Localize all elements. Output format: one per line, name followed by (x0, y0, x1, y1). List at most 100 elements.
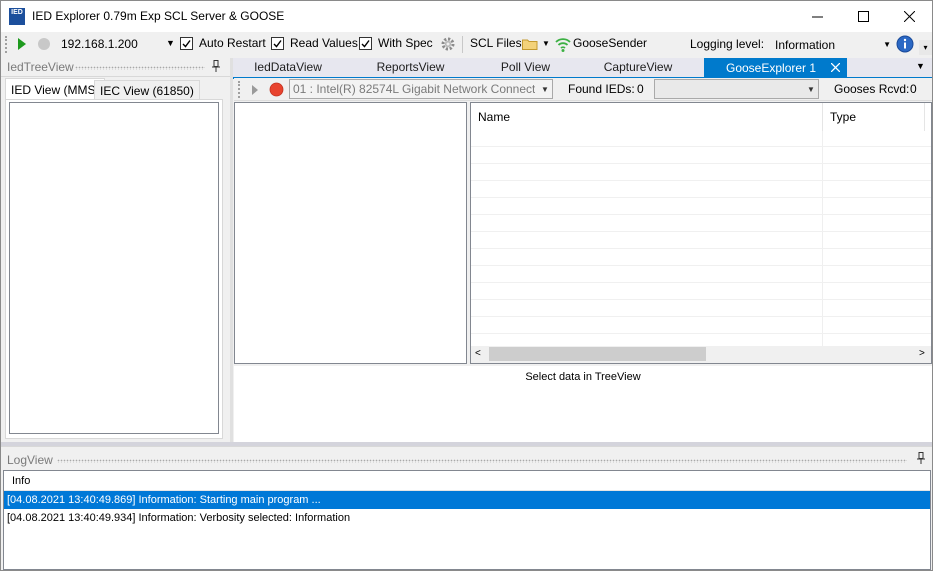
gooses-rcvd-label: Gooses Rcvd: (834, 82, 910, 96)
ip-dropdown-arrow-icon[interactable]: ▼ (166, 38, 175, 48)
title-bar[interactable]: IED IED Explorer 0.79m Exp SCL Server & … (1, 1, 932, 32)
column-label: Name (478, 110, 511, 124)
with-spec-label: With Spec (378, 36, 433, 50)
maximize-icon (857, 11, 869, 22)
main-window: IED IED Explorer 0.79m Exp SCL Server & … (0, 0, 933, 571)
record-stop-icon (269, 82, 284, 97)
checkmark-icon (182, 40, 191, 48)
scrollbar-thumb[interactable] (489, 347, 706, 361)
read-values-label: Read Values (290, 36, 358, 50)
tab-ied-data-view[interactable]: IedDataView (233, 58, 343, 76)
read-values-checkbox[interactable] (271, 37, 284, 50)
grid-line (471, 197, 931, 198)
grid-line (471, 282, 931, 283)
scroll-right-icon[interactable]: > (919, 348, 925, 359)
found-ieds-select[interactable]: ▼ (654, 79, 819, 99)
logging-dropdown-arrow-icon: ▼ (883, 40, 891, 49)
pane-grip (57, 459, 907, 463)
goose-toolbar: 01 : Intel(R) 82574L Gigabit Network Con… (234, 78, 932, 101)
minimize-button[interactable] (794, 1, 840, 32)
settings-button[interactable] (440, 36, 456, 55)
pin-pane-button[interactable] (916, 452, 926, 467)
info-message: Select data in TreeView (525, 371, 641, 383)
log-entry[interactable]: [04.08.2021 13:40:49.934] Information: V… (4, 509, 930, 527)
goose-sender-button[interactable]: GooseSender (573, 36, 647, 50)
close-tab-icon[interactable] (831, 63, 840, 72)
column-header-info[interactable]: Info (4, 471, 930, 491)
tab-capture-view[interactable]: CaptureView (588, 58, 688, 76)
ied-tree[interactable] (9, 102, 219, 434)
tab-label: IedDataView (254, 60, 322, 74)
log-entry[interactable]: [04.08.2021 13:40:49.869] Information: S… (4, 491, 930, 509)
tab-reports-view[interactable]: ReportsView (358, 58, 463, 76)
stop-circle-icon (38, 38, 50, 50)
scl-dropdown-arrow-icon[interactable]: ▼ (542, 39, 550, 48)
toolbar-grip[interactable] (5, 36, 8, 53)
pin-icon (917, 452, 925, 464)
toolbar-grip[interactable] (238, 81, 241, 98)
tab-goose-explorer-1[interactable]: GooseExplorer 1 (704, 58, 847, 77)
grid-line (471, 265, 931, 266)
stop-capture-button[interactable] (269, 82, 284, 100)
app-icon-text: IED (11, 9, 23, 16)
gear-icon (441, 37, 455, 51)
log-view-title-bar: LogView (1, 446, 932, 470)
gooses-rcvd-count: 0 (910, 82, 917, 96)
minimize-icon (811, 16, 823, 18)
tab-ied-view-mms[interactable]: IED View (MMS) (5, 78, 106, 100)
tab-label: ReportsView (376, 60, 445, 74)
connect-button[interactable] (17, 38, 27, 53)
logging-level-value: Information (775, 37, 836, 52)
scroll-left-icon[interactable]: < (475, 348, 481, 359)
ip-address-input[interactable]: 192.168.1.200 (61, 37, 138, 51)
horizontal-scrollbar[interactable]: < > (471, 346, 931, 363)
auto-restart-checkbox[interactable] (180, 37, 193, 50)
ied-tree-view-pane: IedTreeView IED View (MMS) IEC View (618… (1, 58, 230, 442)
network-interface-select[interactable]: 01 : Intel(R) 82574L Gigabit Network Con… (289, 79, 553, 99)
with-spec-checkbox[interactable] (359, 37, 372, 50)
pane-title: IedTreeView (7, 60, 74, 74)
tab-label: IED View (MMS) (11, 82, 100, 97)
column-label: Info (12, 474, 31, 487)
log-list[interactable]: Info [04.08.2021 13:40:49.869] Informati… (3, 470, 931, 570)
close-icon (903, 11, 915, 22)
grid-line (471, 316, 931, 317)
tab-poll-view[interactable]: Poll View (478, 58, 573, 76)
log-entry-text: [04.08.2021 13:40:49.869] Information: S… (7, 494, 321, 506)
grid-line (471, 146, 931, 147)
toolbar-separator (462, 36, 463, 53)
info-icon (896, 35, 914, 53)
toolbar-overflow-button[interactable]: ▾ (919, 40, 932, 55)
app-icon: IED (9, 8, 25, 25)
goose-tree[interactable] (234, 102, 467, 364)
column-header-type[interactable]: Type (823, 103, 925, 131)
grid-line (471, 214, 931, 215)
network-interface-value: 01 : Intel(R) 82574L Gigabit Network Con… (293, 82, 535, 96)
open-folder-button[interactable] (522, 38, 538, 53)
dropdown-arrow-icon: ▼ (541, 84, 549, 94)
goose-sender-icon[interactable] (555, 36, 571, 56)
tab-list-dropdown-icon[interactable]: ▼ (916, 61, 925, 71)
start-capture-button[interactable] (251, 84, 259, 98)
pin-pane-button[interactable] (211, 60, 221, 75)
auto-restart-label: Auto Restart (199, 36, 266, 50)
stop-button[interactable] (37, 37, 51, 54)
column-header-value[interactable]: V (925, 103, 931, 131)
vertical-splitter[interactable] (230, 58, 233, 442)
folder-icon (522, 39, 538, 50)
grid-line (471, 231, 931, 232)
close-window-button[interactable] (886, 1, 932, 32)
goose-list[interactable]: Name Type V (470, 102, 932, 364)
info-button[interactable] (896, 35, 914, 56)
logging-level-select[interactable]: Information ▼ (771, 34, 893, 55)
grid-line (471, 180, 931, 181)
grid-line (471, 299, 931, 300)
maximize-button[interactable] (840, 1, 886, 32)
column-label: Type (830, 110, 857, 124)
tab-label: Poll View (500, 60, 551, 74)
tab-iec-view-61850[interactable]: IEC View (61850) (94, 80, 200, 101)
checkmark-icon (273, 40, 282, 48)
log-entry-text: [04.08.2021 13:40:49.934] Information: V… (7, 512, 351, 524)
column-header-name[interactable]: Name (471, 103, 823, 131)
wifi-signal-icon (555, 38, 571, 52)
